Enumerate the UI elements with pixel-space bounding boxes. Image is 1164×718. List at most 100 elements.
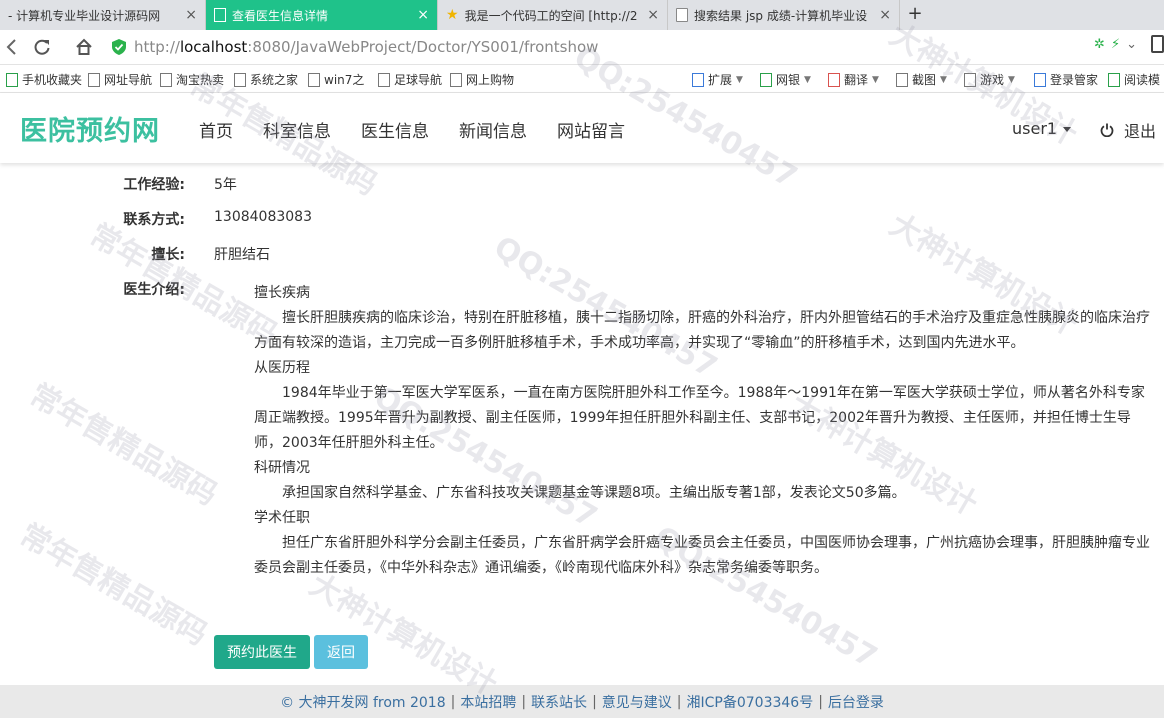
user-menu[interactable]: user1 xyxy=(1012,119,1072,138)
back-arrow-icon[interactable] xyxy=(0,35,24,59)
lightning-icon[interactable]: ⚡ xyxy=(1111,37,1120,52)
intro-heading: 科研情况 xyxy=(254,460,310,476)
shield-icon xyxy=(760,72,772,87)
browser-tab-bar: - 计算机专业毕业设计源码网 × 查看医生信息详情 × ★ 我是一个代码工的空间… xyxy=(0,0,1164,31)
tab-title: 我是一个代码工的空间 [http://2 xyxy=(464,8,638,23)
book-icon xyxy=(1108,72,1120,87)
chevron-down-icon: ▼ xyxy=(804,74,811,85)
page-icon xyxy=(234,72,246,87)
browser-tab[interactable]: ★ 我是一个代码工的空间 [http://2 × xyxy=(438,0,668,30)
bookmark-item[interactable]: win7之 xyxy=(308,71,364,88)
bookmark-item[interactable]: 扩展 ▼ xyxy=(692,71,743,88)
caret-down-icon xyxy=(1063,127,1072,132)
page-icon xyxy=(378,72,390,87)
bookmark-item[interactable]: 足球导航 xyxy=(378,71,442,88)
new-tab-button[interactable]: + xyxy=(904,3,926,24)
bookmark-item[interactable]: 登录管家 xyxy=(1034,71,1098,88)
intro-paragraph: 承担国家自然科学基金、广东省科技攻关课题基金等课题8项。主编出版专著1部，发表论… xyxy=(282,485,906,501)
url-host: localhost xyxy=(179,38,248,56)
page-icon xyxy=(214,8,226,22)
url-path: :8080/JavaWebProject/Doctor/YS001/fronts… xyxy=(247,38,599,56)
page-icon xyxy=(308,72,320,87)
footer-link[interactable]: 湘ICP备0703346号 xyxy=(687,692,814,712)
bookmark-item[interactable]: 翻译 ▼ xyxy=(828,71,879,88)
field-label: 医生介绍: xyxy=(123,282,185,298)
username: user1 xyxy=(1012,119,1058,138)
tab-title: - 计算机专业毕业设计源码网 xyxy=(8,8,161,23)
intro-paragraph: 擅长肝胆胰疾病的临床诊治，特别在肝脏移植，胰十二指肠切除，肝癌的外科治疗，肝内外… xyxy=(254,310,1150,351)
bookmark-item[interactable]: 网银 ▼ xyxy=(760,71,811,88)
bookmark-item[interactable]: 淘宝热卖 xyxy=(160,71,224,88)
bookmark-item[interactable]: 手机收藏夹 xyxy=(6,71,82,88)
bookmark-item[interactable]: 游戏 ▼ xyxy=(964,71,1015,88)
field-value: 肝胆结石 xyxy=(214,247,270,263)
back-button[interactable]: 返回 xyxy=(314,635,368,669)
page-icon xyxy=(450,72,462,87)
nav-news[interactable]: 新闻信息 xyxy=(459,117,527,142)
browser-tab[interactable]: 搜索结果 jsp 成绩-计算机毕业设 × xyxy=(668,0,900,30)
tab-title: 查看医生信息详情 xyxy=(232,8,329,23)
home-icon[interactable] xyxy=(72,35,96,59)
field-value: 13084083083 xyxy=(214,209,312,225)
doctor-detail: 工作经验: 5年 联系方式: 13084083083 擅长: 肝胆结石 医生介绍… xyxy=(0,163,1164,683)
site-logo[interactable]: 医院预约网 xyxy=(20,109,160,148)
chevron-down-icon: ▼ xyxy=(1008,74,1015,85)
bookmarks-bar: 手机收藏夹 网址导航 淘宝热卖 系统之家 win7之 足球导航 网上购物 扩展 ▼… xyxy=(0,65,1164,93)
page-icon xyxy=(88,72,100,87)
url-protocol: http:// xyxy=(134,38,180,56)
chevron-down-icon: ▼ xyxy=(872,74,879,85)
bookmark-item[interactable]: 系统之家 xyxy=(234,71,298,88)
nav-home[interactable]: 首页 xyxy=(199,117,233,142)
footer-link[interactable]: 后台登录 xyxy=(828,692,884,712)
field-value: 5年 xyxy=(214,177,237,193)
footer-link[interactable]: 意见与建议 xyxy=(602,692,672,712)
mobile-icon[interactable] xyxy=(1151,35,1164,53)
chevron-down-icon: ▼ xyxy=(940,74,947,85)
nav-messages[interactable]: 网站留言 xyxy=(557,117,625,142)
gamepad-icon xyxy=(964,72,976,87)
browser-tab-active[interactable]: 查看医生信息详情 × xyxy=(206,0,438,30)
scissors-icon xyxy=(896,72,908,87)
site-header: 医院预约网 首页 科室信息 医生信息 新闻信息 网站留言 user1 退出 xyxy=(0,93,1164,163)
toolbar-right: ✲ ⚡ ⌄ xyxy=(1094,35,1164,53)
shield-icon xyxy=(112,39,126,55)
bookmark-item[interactable]: 网上购物 xyxy=(450,71,514,88)
tab-title: 搜索结果 jsp 成绩-计算机毕业设 xyxy=(694,8,868,23)
chevron-down-icon: ▼ xyxy=(736,74,743,85)
book-doctor-button[interactable]: 预约此医生 xyxy=(214,635,310,669)
intro-paragraph: 担任广东省肝胆外科学分会副主任委员，广东省肝病学会肝癌专业委员会主任委员，中国医… xyxy=(254,535,1150,576)
star-icon: ★ xyxy=(446,7,459,23)
footer-link[interactable]: 联系站长 xyxy=(531,692,587,712)
logout-button[interactable]: 退出 xyxy=(1100,118,1156,142)
logout-label: 退出 xyxy=(1124,122,1157,141)
browser-tab[interactable]: - 计算机专业毕业设计源码网 × xyxy=(0,0,206,30)
grid-icon xyxy=(692,72,704,87)
page-icon xyxy=(676,8,688,22)
intro-heading: 从医历程 xyxy=(254,360,310,376)
field-label: 擅长: xyxy=(151,247,185,263)
footer-copyright[interactable]: © 大神开发网 from 2018 xyxy=(280,692,446,712)
intro-heading: 擅长疾病 xyxy=(254,285,310,301)
doctor-intro: 擅长疾病 擅长肝胆胰疾病的临床诊治，特别在肝脏移植，胰十二指肠切除，肝癌的外科治… xyxy=(254,281,1154,581)
page-icon xyxy=(160,72,172,87)
address-bar[interactable]: http://localhost:8080/JavaWebProject/Doc… xyxy=(112,34,1072,60)
bookmark-item[interactable]: 网址导航 xyxy=(88,71,152,88)
browser-toolbar: http://localhost:8080/JavaWebProject/Doc… xyxy=(0,30,1164,65)
nav-doctors[interactable]: 医生信息 xyxy=(361,117,429,142)
intro-heading: 学术任职 xyxy=(254,510,310,526)
nav-departments[interactable]: 科室信息 xyxy=(263,117,331,142)
bookmark-item[interactable]: 截图 ▼ xyxy=(896,71,947,88)
bookmark-item[interactable]: 阅读模 xyxy=(1108,71,1160,88)
footer-link[interactable]: 本站招聘 xyxy=(460,692,516,712)
close-icon[interactable]: × xyxy=(417,7,429,23)
key-icon xyxy=(1034,72,1046,87)
main-nav: 首页 科室信息 医生信息 新闻信息 网站留言 xyxy=(199,117,655,142)
reload-icon[interactable] xyxy=(30,35,54,59)
site-footer: © 大神开发网 from 2018 | 本站招聘 | 联系站长 | 意见与建议 … xyxy=(0,685,1164,718)
extension-icon[interactable]: ✲ xyxy=(1094,37,1105,52)
close-icon[interactable]: × xyxy=(185,7,197,23)
close-icon[interactable]: × xyxy=(647,7,659,23)
chevron-down-icon[interactable]: ⌄ xyxy=(1126,37,1137,52)
close-icon[interactable]: × xyxy=(879,7,891,23)
power-icon xyxy=(1100,123,1114,137)
